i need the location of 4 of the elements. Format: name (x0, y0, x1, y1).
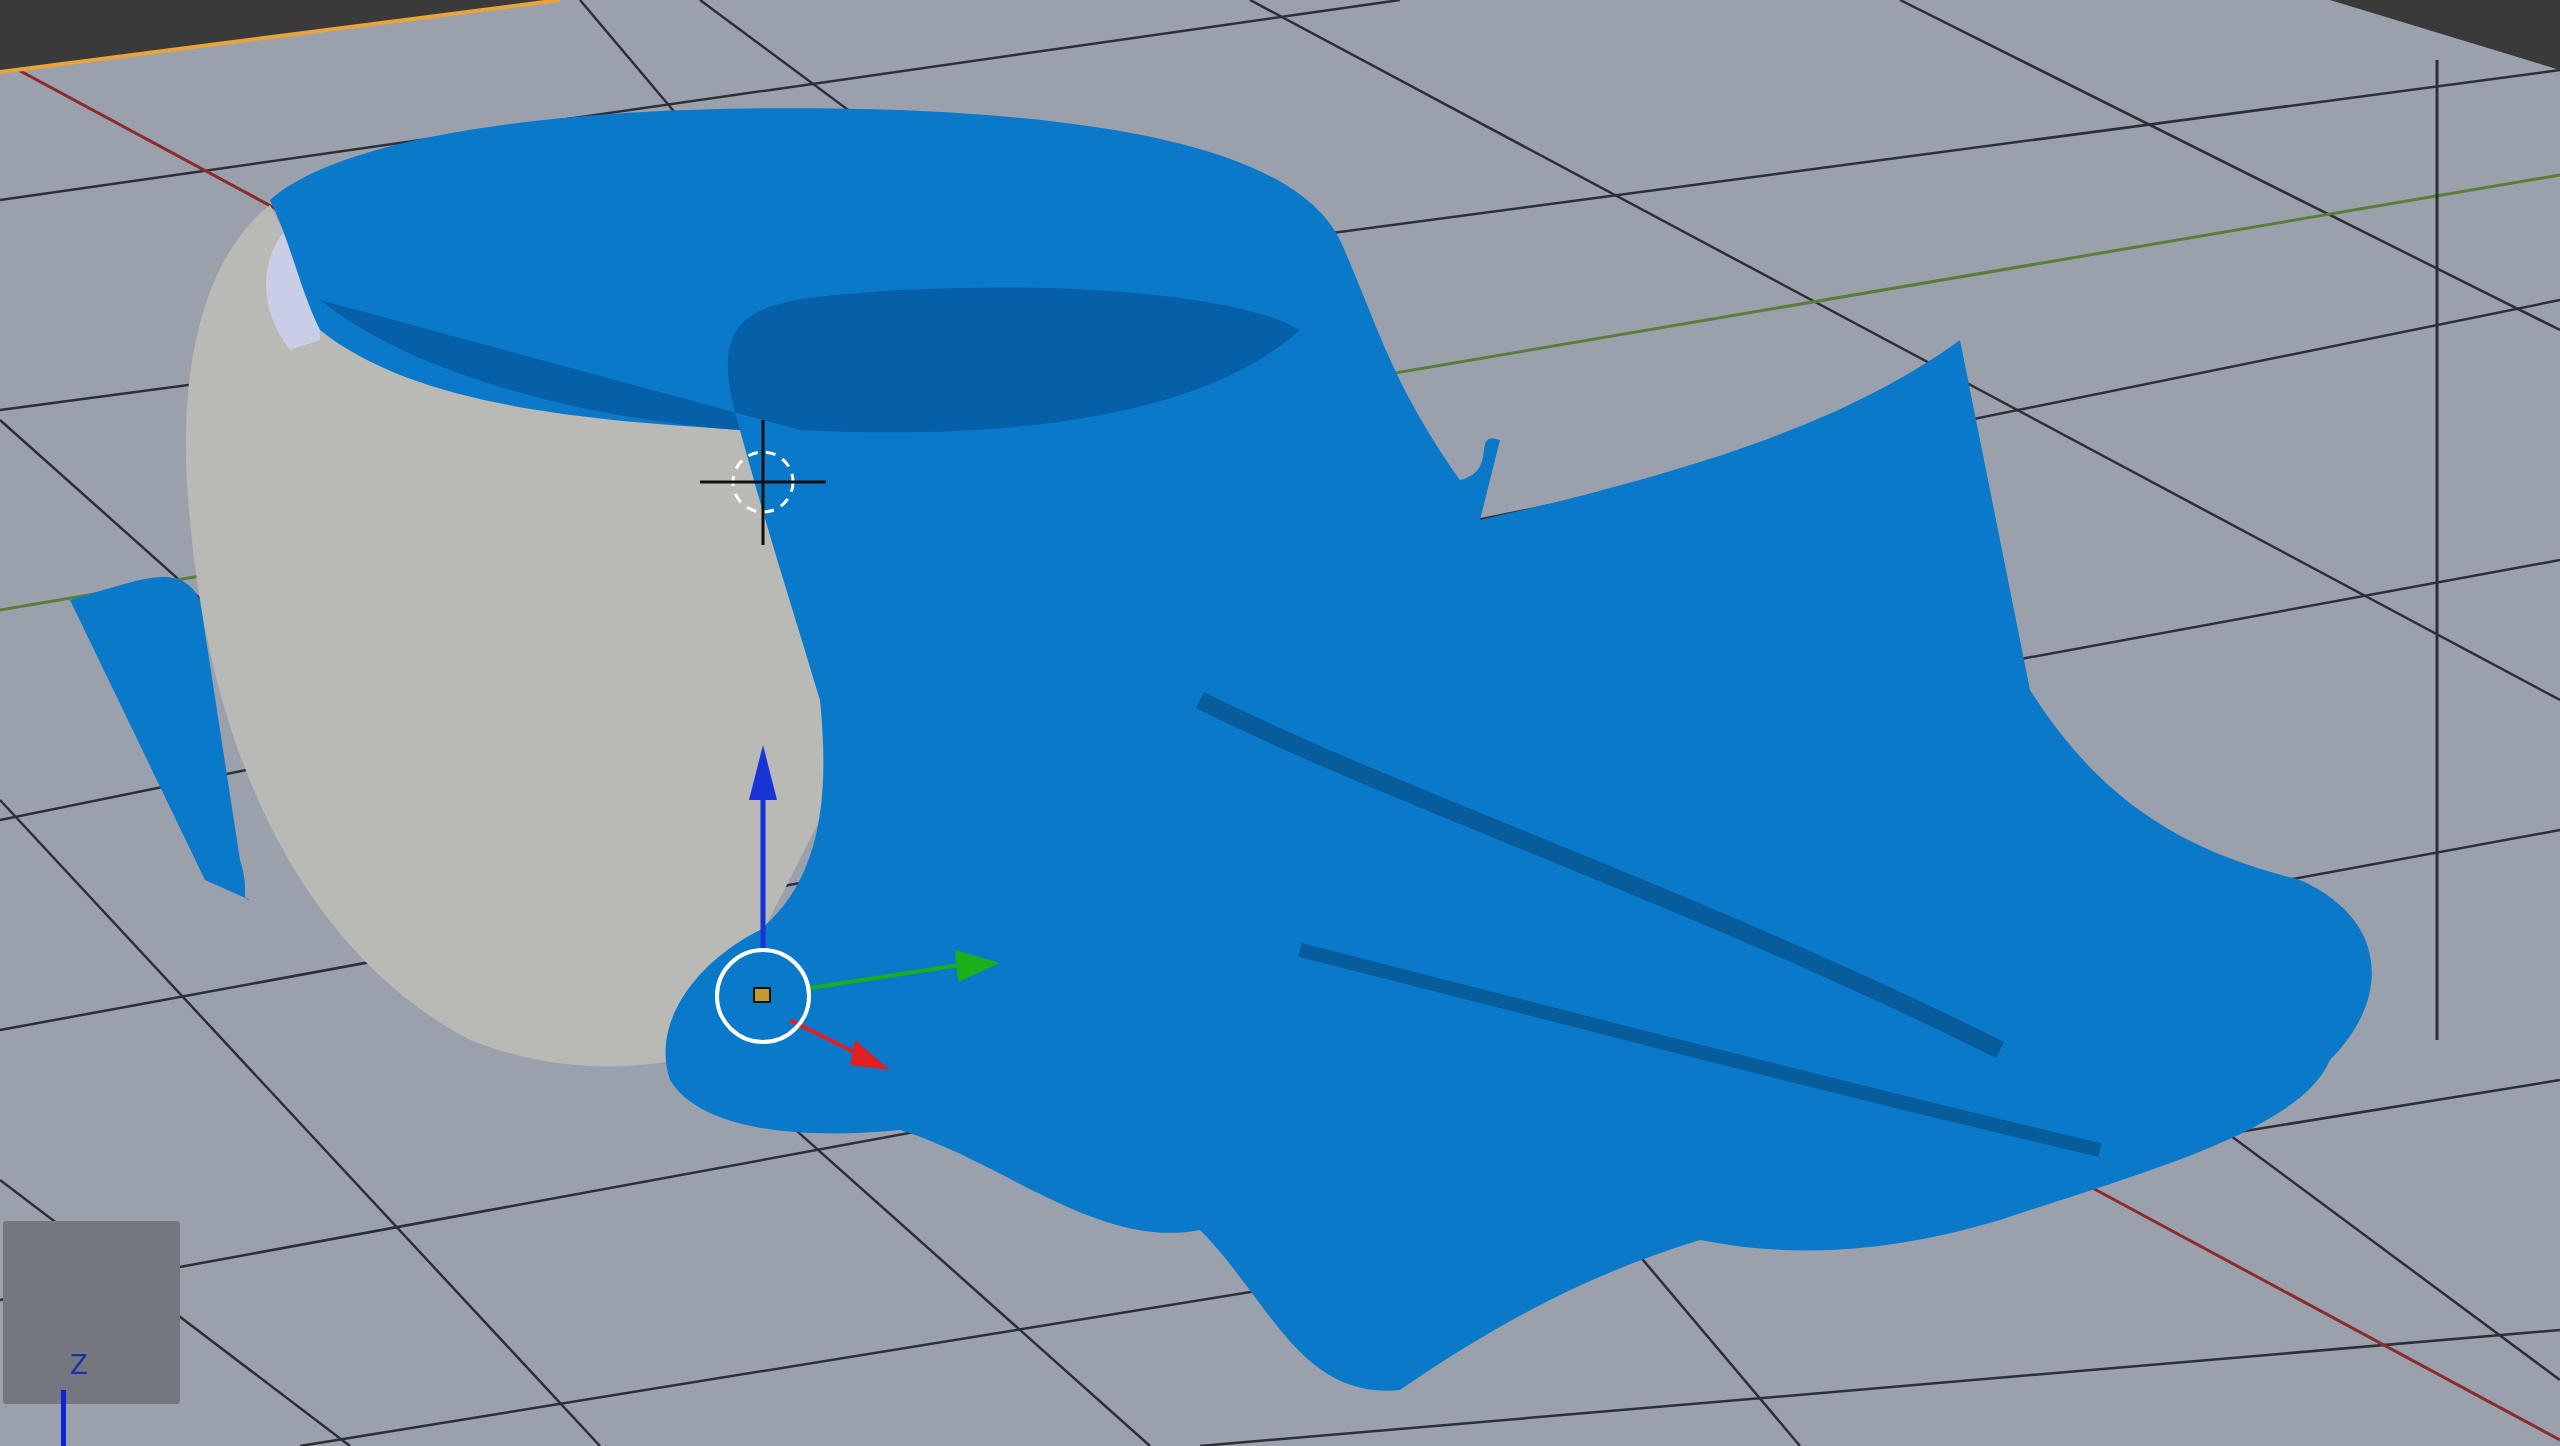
transform-gizmo-drawing[interactable] (715, 745, 1000, 1070)
3d-viewport[interactable]: Z (0, 0, 2560, 1446)
z-axis-label: Z (70, 1352, 88, 1378)
3d-cursor-icon (698, 418, 828, 547)
